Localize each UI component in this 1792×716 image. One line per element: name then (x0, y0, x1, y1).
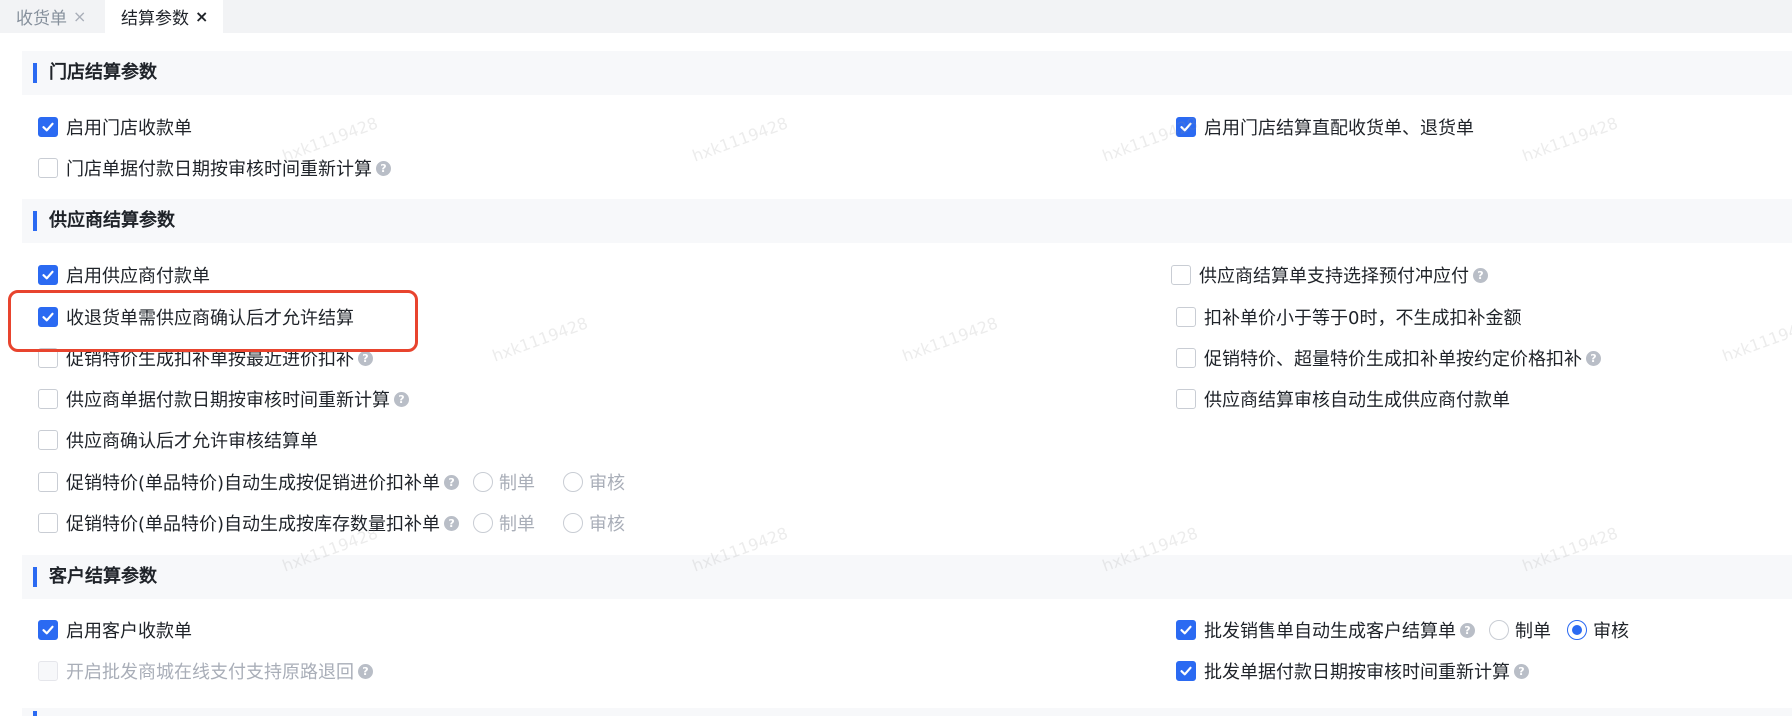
option-label: 启用供应商付款单 (66, 266, 210, 287)
option-customer-auto-settlement[interactable]: 批发销售单自动生成客户结算单 ? 制单 审核 (1176, 613, 1629, 647)
section-header-customer: 客户结算参数 (22, 555, 1792, 599)
checkbox[interactable] (38, 513, 58, 533)
section-title: 供应商结算参数 (49, 210, 175, 231)
section-title: 门店结算参数 (49, 62, 157, 83)
option-label: 门店单据付款日期按审核时间重新计算 (66, 159, 372, 180)
checkbox[interactable] (1176, 307, 1196, 327)
help-icon[interactable]: ? (1460, 622, 1475, 638)
watermark: hxk1119428 (1519, 113, 1621, 166)
help-icon[interactable]: ? (358, 663, 373, 679)
option-supplier-payment-date[interactable]: 供应商单据付款日期按审核时间重新计算 ? (38, 382, 409, 416)
highlight-box (8, 290, 418, 352)
option-store-payment-date[interactable]: 门店单据付款日期按审核时间重新计算 ? (38, 151, 391, 185)
radio-label: 制单 (499, 514, 536, 535)
option-label: 启用客户收款单 (66, 621, 192, 642)
checkbox[interactable] (38, 158, 58, 178)
watermark: hxk1119428 (1719, 313, 1792, 366)
radio-label: 制单 (1515, 621, 1551, 642)
option-supplier-zero-price[interactable]: 扣补单价小于等于0时，不生成扣补金额 (1176, 300, 1521, 334)
option-label: 促销特价、超量特价生成扣补单按约定价格扣补 (1204, 349, 1582, 370)
tab-receipt[interactable]: 收货单 × (0, 0, 100, 33)
tab-label: 收货单 (16, 9, 67, 29)
radio-label: 审核 (1593, 621, 1629, 642)
checkbox[interactable] (1176, 389, 1196, 409)
section-accent-bar (33, 63, 37, 83)
option-label: 促销特价(单品特价)自动生成按库存数量扣补单 (66, 514, 441, 535)
checkbox-checked[interactable] (1176, 117, 1196, 137)
radio-label: 制单 (499, 473, 536, 494)
section-title: 客户结算参数 (49, 566, 157, 587)
checkbox-checked[interactable] (38, 620, 58, 640)
option-supplier-payment[interactable]: 启用供应商付款单 (38, 258, 210, 292)
option-supplier-auto-payment[interactable]: 供应商结算审核自动生成供应商付款单 (1176, 382, 1510, 416)
option-label: 供应商结算审核自动生成供应商付款单 (1204, 390, 1510, 411)
checkbox[interactable] (1171, 265, 1191, 285)
option-customer-payment-date[interactable]: 批发单据付款日期按审核时间重新计算 ? (1176, 654, 1529, 688)
checkbox[interactable] (38, 389, 58, 409)
help-icon[interactable]: ? (444, 474, 460, 490)
tab-settlement-params[interactable]: 结算参数 × (105, 0, 223, 33)
section-accent-bar (33, 711, 37, 716)
section-accent-bar (33, 211, 37, 231)
option-label: 供应商单据付款日期按审核时间重新计算 (66, 390, 390, 411)
watermark: hxk1119428 (689, 113, 791, 166)
option-label: 批发单据付款日期按审核时间重新计算 (1204, 662, 1510, 683)
option-supplier-prepay-offset[interactable]: 供应商结算单支持选择预付冲应付 ? (1171, 258, 1488, 292)
checkbox-checked[interactable] (38, 117, 58, 137)
tab-label: 结算参数 (121, 9, 189, 29)
checkbox-checked[interactable] (1176, 661, 1196, 681)
radio-make[interactable] (1489, 620, 1509, 640)
checkbox-checked[interactable] (1176, 620, 1196, 640)
radio-audit[interactable] (563, 513, 584, 533)
watermark: hxk1119428 (489, 313, 591, 366)
option-customer-online-refund: 开启批发商城在线支付支持原路退回 ? (38, 654, 373, 688)
option-label: 扣补单价小于等于0时，不生成扣补金额 (1204, 308, 1522, 329)
checkbox[interactable] (1176, 348, 1196, 368)
radio-label: 审核 (589, 473, 626, 494)
option-label: 批发销售单自动生成客户结算单 (1204, 621, 1456, 642)
radio-label: 审核 (589, 514, 626, 535)
section-header-store: 门店结算参数 (22, 51, 1792, 95)
option-store-receipt[interactable]: 启用门店收款单 (38, 110, 192, 144)
option-label: 促销特价(单品特价)自动生成按促销进价扣补单 (66, 473, 441, 494)
section-header-supplier: 供应商结算参数 (22, 199, 1792, 243)
radio-audit[interactable] (563, 472, 584, 492)
close-icon[interactable]: × (73, 7, 86, 26)
radio-make[interactable] (473, 472, 494, 492)
option-label: 供应商结算单支持选择预付冲应付 (1199, 266, 1469, 287)
help-icon[interactable]: ? (394, 391, 409, 407)
help-icon[interactable]: ? (376, 160, 391, 176)
next-section-header (22, 708, 1792, 716)
radio-dot (1572, 625, 1582, 635)
checkbox-checked[interactable] (38, 265, 58, 285)
option-customer-receipt[interactable]: 启用客户收款单 (38, 613, 192, 647)
option-label: 开启批发商城在线支付支持原路退回 (66, 662, 354, 683)
option-supplier-confirm-before-audit[interactable]: 供应商确认后才允许审核结算单 (38, 423, 318, 457)
option-label: 启用门店结算直配收货单、退货单 (1204, 118, 1474, 139)
radio-audit[interactable] (1567, 620, 1587, 640)
help-icon[interactable]: ? (1473, 267, 1488, 283)
option-label: 启用门店收款单 (66, 118, 192, 139)
section-accent-bar (33, 567, 37, 587)
checkbox[interactable] (38, 430, 58, 450)
option-store-direct-delivery[interactable]: 启用门店结算直配收货单、退货单 (1176, 110, 1474, 144)
help-icon[interactable]: ? (1586, 350, 1601, 366)
checkbox (38, 661, 58, 681)
option-supplier-promo-auto-by-stock[interactable]: 促销特价(单品特价)自动生成按库存数量扣补单 ? 制单 审核 (38, 506, 625, 540)
help-icon[interactable]: ? (444, 515, 460, 531)
help-icon[interactable]: ? (1514, 663, 1529, 679)
watermark: hxk1119428 (899, 313, 1001, 366)
radio-make[interactable] (473, 513, 494, 533)
option-supplier-promo-auto-by-price[interactable]: 促销特价(单品特价)自动生成按促销进价扣补单 ? 制单 审核 (38, 465, 625, 499)
tab-bar: 收货单 × 结算参数 × (0, 0, 1792, 33)
close-icon[interactable]: × (195, 7, 208, 26)
option-label: 供应商确认后才允许审核结算单 (66, 431, 318, 452)
help-icon[interactable]: ? (358, 350, 373, 366)
option-supplier-promo-agreed-price[interactable]: 促销特价、超量特价生成扣补单按约定价格扣补 ? (1176, 341, 1601, 375)
checkbox[interactable] (38, 472, 58, 492)
